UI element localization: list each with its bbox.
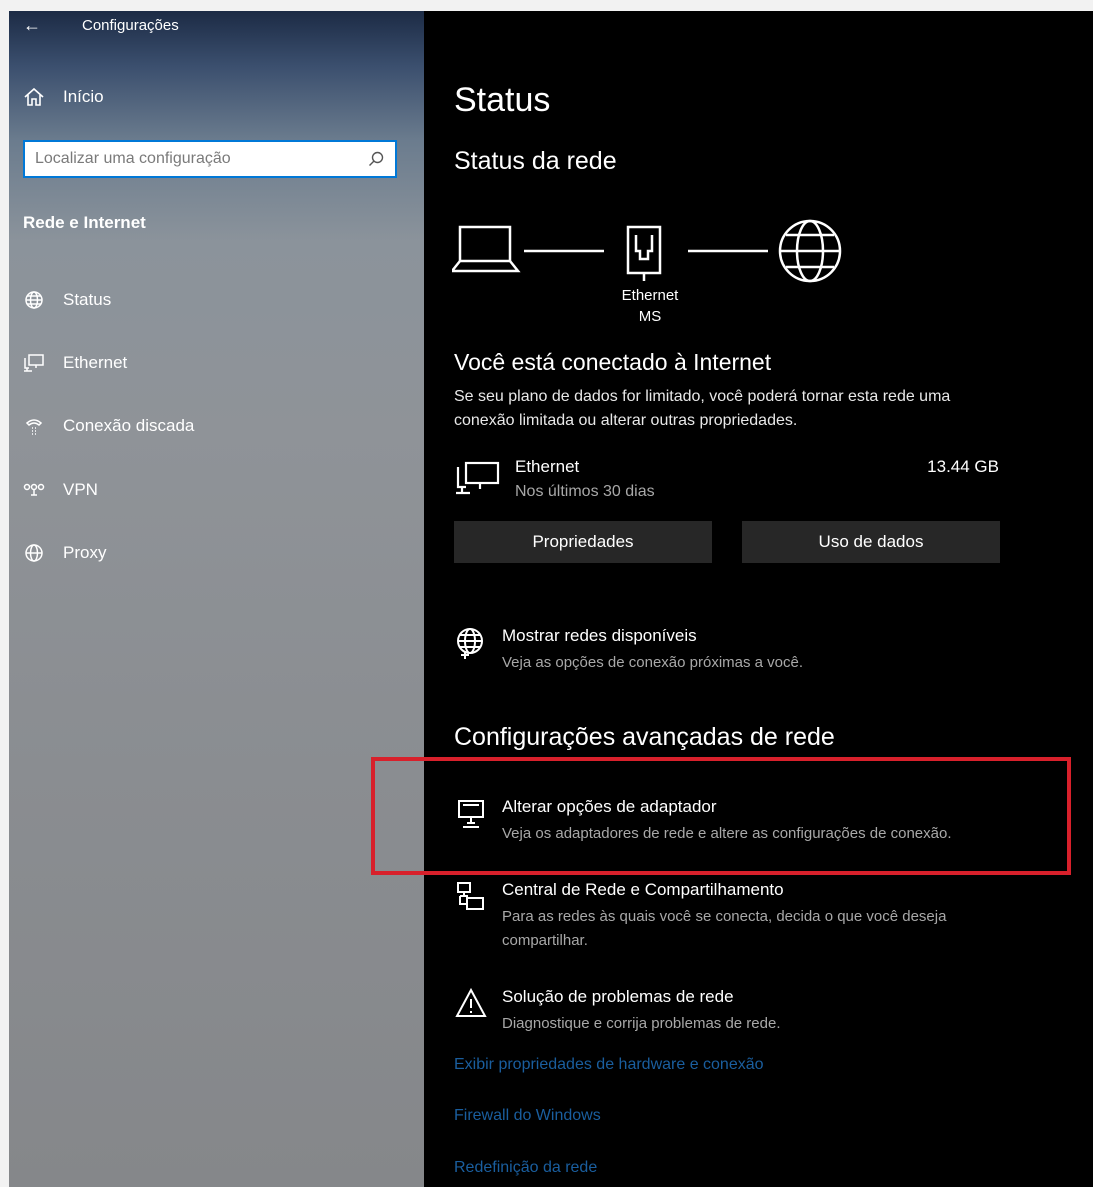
back-button[interactable]: ← bbox=[23, 15, 41, 36]
ethernet-adapter-icon bbox=[626, 225, 662, 281]
data-usage-button[interactable]: Uso de dados bbox=[742, 521, 1000, 563]
adapter-options-link[interactable]: Alterar opções de adaptador Veja os adap… bbox=[454, 797, 1054, 847]
ethernet-usage: 13.44 GB bbox=[927, 457, 999, 476]
sidebar-item-vpn[interactable]: VPN bbox=[23, 479, 98, 501]
sharing-center-icon bbox=[454, 880, 488, 914]
ethernet-period: Nos últimos 30 dias bbox=[515, 483, 655, 500]
page-title: Status bbox=[454, 81, 551, 119]
sidebar-item-label: Proxy bbox=[63, 543, 107, 562]
vpn-icon bbox=[23, 479, 45, 501]
show-networks-desc: Veja as opções de conexão próximas a voc… bbox=[502, 654, 804, 671]
sidebar-item-dialup[interactable]: Conexão discada bbox=[23, 415, 194, 437]
show-networks-title: Mostrar redes disponíveis bbox=[502, 626, 697, 645]
sidebar-item-proxy[interactable]: Proxy bbox=[23, 542, 106, 564]
hardware-properties-link[interactable]: Exibir propriedades de hardware e conexã… bbox=[454, 1056, 764, 1074]
search-input[interactable] bbox=[25, 142, 365, 176]
sidebar-item-label: Ethernet bbox=[63, 353, 128, 372]
properties-button[interactable]: Propriedades bbox=[454, 521, 712, 563]
settings-window: ← Configurações Início Rede e Internet bbox=[9, 11, 1093, 1187]
troubleshoot-title: Solução de problemas de rede bbox=[502, 987, 734, 1006]
ethernet-usage-row: Ethernet Nos últimos 30 dias 13.44 GB bbox=[454, 457, 999, 507]
troubleshoot-link[interactable]: Solução de problemas de rede Diagnostiqu… bbox=[454, 987, 1014, 1037]
sidebar: ← Configurações Início Rede e Internet bbox=[9, 11, 424, 1187]
warning-icon bbox=[454, 987, 488, 1021]
sidebar-item-label: Conexão discada bbox=[63, 416, 195, 435]
firewall-link[interactable]: Firewall do Windows bbox=[454, 1107, 601, 1125]
home-label: Início bbox=[63, 87, 104, 106]
troubleshoot-desc: Diagnostique e corrija problemas de rede… bbox=[502, 1015, 781, 1032]
home-nav-item[interactable]: Início bbox=[23, 87, 104, 107]
window-title: Configurações bbox=[82, 17, 179, 34]
search-icon[interactable] bbox=[365, 151, 387, 167]
globe-icon bbox=[23, 289, 45, 311]
sidebar-item-label: VPN bbox=[63, 480, 98, 499]
sharing-center-title: Central de Rede e Compartilhamento bbox=[502, 880, 784, 899]
adapter-name: Ethernet bbox=[621, 287, 679, 304]
search-box[interactable] bbox=[23, 140, 397, 178]
adapter-monitor-icon bbox=[454, 797, 488, 831]
ethernet-icon bbox=[23, 352, 45, 374]
adapter-options-title: Alterar opções de adaptador bbox=[502, 797, 717, 816]
home-icon bbox=[23, 87, 45, 107]
dialup-icon bbox=[23, 415, 45, 437]
sidebar-item-status[interactable]: Status bbox=[23, 289, 111, 311]
network-reset-link[interactable]: Redefinição da rede bbox=[454, 1159, 597, 1177]
sharing-center-link[interactable]: Central de Rede e Compartilhamento Para … bbox=[454, 880, 1014, 954]
adapter-options-desc: Veja os adaptadores de rede e altere as … bbox=[502, 825, 952, 842]
laptop-icon bbox=[452, 225, 521, 273]
network-status-title: Status da rede bbox=[454, 147, 617, 175]
connection-status-desc: Se seu plano de dados for limitado, você… bbox=[454, 388, 951, 429]
sharing-center-desc: Para as redes às quais você se conecta, … bbox=[502, 908, 947, 949]
globe-icon bbox=[23, 542, 45, 564]
internet-globe-icon bbox=[778, 219, 842, 283]
section-label: Rede e Internet bbox=[23, 213, 146, 232]
ethernet-icon bbox=[454, 459, 500, 502]
adapter-owner: MS bbox=[638, 308, 662, 325]
sidebar-item-label: Status bbox=[63, 290, 112, 309]
connection-status-title: Você está conectado à Internet bbox=[454, 349, 772, 375]
main-content: Status Status da rede Ethernet MS Você e… bbox=[371, 11, 1093, 1187]
adapter-label: Ethernet MS bbox=[610, 285, 690, 327]
advanced-settings-title: Configurações avançadas de rede bbox=[454, 723, 835, 751]
sidebar-item-ethernet[interactable]: Ethernet bbox=[23, 352, 127, 374]
back-arrow-icon: ← bbox=[23, 15, 41, 35]
globe-network-icon bbox=[454, 626, 488, 660]
ethernet-name: Ethernet bbox=[515, 457, 580, 476]
show-networks-link[interactable]: Mostrar redes disponíveis Veja as opções… bbox=[454, 626, 1014, 676]
